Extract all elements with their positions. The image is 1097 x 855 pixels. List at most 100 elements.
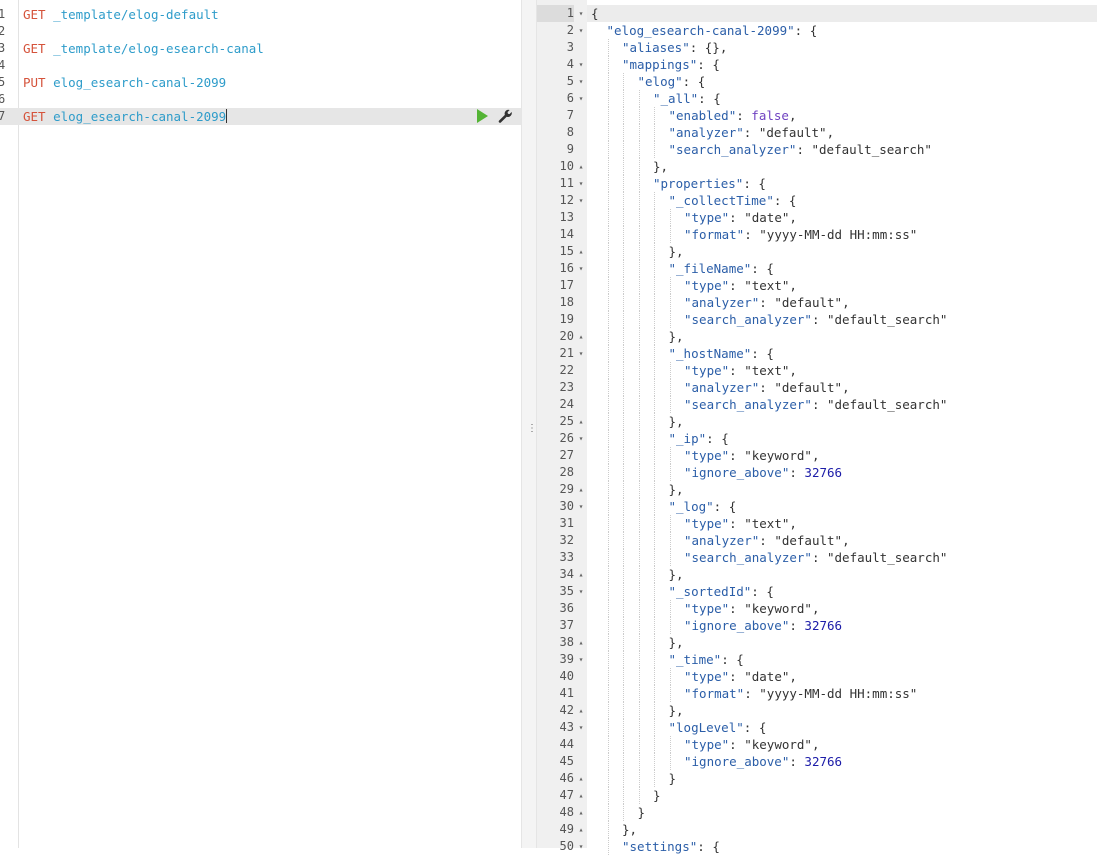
unfold-arrow-icon[interactable]: ▴ xyxy=(576,328,586,345)
response-line: 17 "type": "text", xyxy=(537,277,1097,294)
json-key: "elog_esearch-canal-2099" xyxy=(606,23,795,38)
indent-guide xyxy=(623,770,624,787)
line-number: 32 xyxy=(559,533,574,547)
wrench-icon[interactable] xyxy=(498,109,513,124)
indent-guide xyxy=(623,566,624,583)
response-line: 49 ▴}, xyxy=(537,821,1097,838)
json-punct: : { xyxy=(698,91,721,106)
indent-guide xyxy=(638,192,640,209)
json-string: "keyword" xyxy=(744,737,812,752)
unfold-arrow-icon[interactable]: ▴ xyxy=(576,702,586,719)
response-line: 19 "search_analyzer": "default_search" xyxy=(537,311,1097,328)
unfold-arrow-icon[interactable]: ▴ xyxy=(576,770,586,787)
unfold-arrow-icon[interactable]: ▴ xyxy=(576,821,586,838)
request-line[interactable]: 1 GET _template/elog-default xyxy=(0,6,521,23)
response-line: 31 "type": "text", xyxy=(537,515,1097,532)
line-number: 10 xyxy=(559,159,574,173)
unfold-arrow-icon[interactable]: ▴ xyxy=(576,481,586,498)
request-code[interactable]: GET elog_esearch-canal-2099 xyxy=(23,108,228,125)
json-key: "_all" xyxy=(653,91,699,106)
fold-arrow-icon[interactable]: ▾ xyxy=(576,583,586,600)
indent-guide xyxy=(638,209,640,226)
json-string: "default" xyxy=(758,125,827,140)
request-code[interactable]: PUT elog_esearch-canal-2099 xyxy=(23,74,226,91)
json-key: "mappings" xyxy=(622,57,698,72)
fold-arrow-icon[interactable]: ▾ xyxy=(576,56,586,73)
request-line[interactable]: 6 xyxy=(0,91,521,108)
fold-arrow-icon[interactable]: ▾ xyxy=(576,430,586,447)
unfold-arrow-icon[interactable]: ▴ xyxy=(576,804,586,821)
indent-guide xyxy=(669,311,671,328)
json-code: } xyxy=(669,770,677,787)
line-number: 7 xyxy=(0,108,6,123)
json-punct: , xyxy=(789,210,797,225)
fold-arrow-icon[interactable]: ▾ xyxy=(576,73,586,90)
json-code: "type": "text", xyxy=(684,515,797,532)
request-code[interactable]: GET _template/elog-default xyxy=(23,6,219,23)
fold-arrow-icon[interactable]: ▾ xyxy=(576,651,586,668)
indent-guide xyxy=(638,430,640,447)
request-code[interactable]: GET _template/elog-esearch-canal xyxy=(23,40,264,57)
json-code: "type": "text", xyxy=(684,362,797,379)
json-code: "properties": { xyxy=(653,175,766,192)
indent-guide xyxy=(638,345,640,362)
line-number: 38 xyxy=(559,635,574,649)
indent-guide xyxy=(607,311,609,328)
request-editor[interactable]: 1 GET _template/elog-default 2 3 GET _templa… xyxy=(0,0,521,848)
indent-guide xyxy=(623,804,624,821)
indent-guide xyxy=(638,379,640,396)
pane-splitter[interactable]: ⋮ xyxy=(521,0,537,848)
unfold-arrow-icon[interactable]: ▴ xyxy=(576,787,586,804)
indent-guide xyxy=(654,600,655,617)
response-line: 47 ▴} xyxy=(537,787,1097,804)
fold-arrow-icon[interactable]: ▾ xyxy=(576,345,586,362)
fold-arrow-icon[interactable]: ▾ xyxy=(576,498,586,515)
indent-guide xyxy=(623,90,624,107)
line-number: 7 xyxy=(566,108,574,122)
fold-arrow-icon[interactable]: ▾ xyxy=(576,22,586,39)
fold-arrow-icon[interactable]: ▾ xyxy=(576,90,586,107)
json-code: } xyxy=(653,787,661,804)
indent-guide xyxy=(607,396,609,413)
request-line[interactable]: 3 GET _template/elog-esearch-canal xyxy=(0,40,521,57)
json-punct: : xyxy=(729,278,745,293)
indent-guide xyxy=(638,260,640,277)
response-output[interactable]: 1 ▾{2 ▾ "elog_esearch-canal-2099": {3 "alias… xyxy=(537,0,1097,855)
request-line[interactable]: 2 xyxy=(0,23,521,40)
line-number: 3 xyxy=(566,40,574,54)
fold-arrow-icon[interactable]: ▾ xyxy=(576,5,586,22)
request-line[interactable]: 5 PUT elog_esearch-canal-2099 xyxy=(0,74,521,91)
fold-arrow-icon[interactable]: ▾ xyxy=(576,838,586,855)
unfold-arrow-icon[interactable]: ▴ xyxy=(576,158,586,175)
fold-arrow-icon[interactable]: ▾ xyxy=(576,175,586,192)
unfold-arrow-icon[interactable]: ▴ xyxy=(576,413,586,430)
json-code: "search_analyzer": "default_search" xyxy=(669,141,932,158)
play-icon[interactable] xyxy=(477,109,488,123)
json-punct: , xyxy=(842,533,850,548)
line-number: 19 xyxy=(559,312,574,326)
fold-arrow-icon[interactable]: ▾ xyxy=(576,260,586,277)
response-line: 25 ▴}, xyxy=(537,413,1097,430)
unfold-arrow-icon[interactable]: ▴ xyxy=(576,566,586,583)
fold-arrow-icon[interactable]: ▾ xyxy=(576,192,586,209)
indent-guide xyxy=(654,583,655,600)
indent-guide xyxy=(607,175,609,192)
json-code: }, xyxy=(622,821,637,838)
json-code: "search_analyzer": "default_search" xyxy=(684,396,947,413)
line-number: 2 xyxy=(0,23,6,38)
unfold-arrow-icon[interactable]: ▴ xyxy=(576,634,586,651)
json-code: "analyzer": "default", xyxy=(684,379,850,396)
request-line[interactable]: 4 xyxy=(0,57,521,74)
indent-guide xyxy=(607,260,609,277)
unfold-arrow-icon[interactable]: ▴ xyxy=(576,243,586,260)
fold-arrow-icon[interactable]: ▾ xyxy=(576,719,586,736)
response-line: 8 "analyzer": "default", xyxy=(537,124,1097,141)
indent-guide xyxy=(607,804,609,821)
response-line: 10 ▴}, xyxy=(537,158,1097,175)
request-line-active[interactable]: 7 GET elog_esearch-canal-2099 xyxy=(0,107,521,125)
line-number: 36 xyxy=(559,601,574,615)
grip-icon[interactable]: ⋮ xyxy=(527,424,537,434)
indent-guide xyxy=(607,549,609,566)
indent-guide xyxy=(654,192,655,209)
json-punct: : { xyxy=(697,57,720,72)
